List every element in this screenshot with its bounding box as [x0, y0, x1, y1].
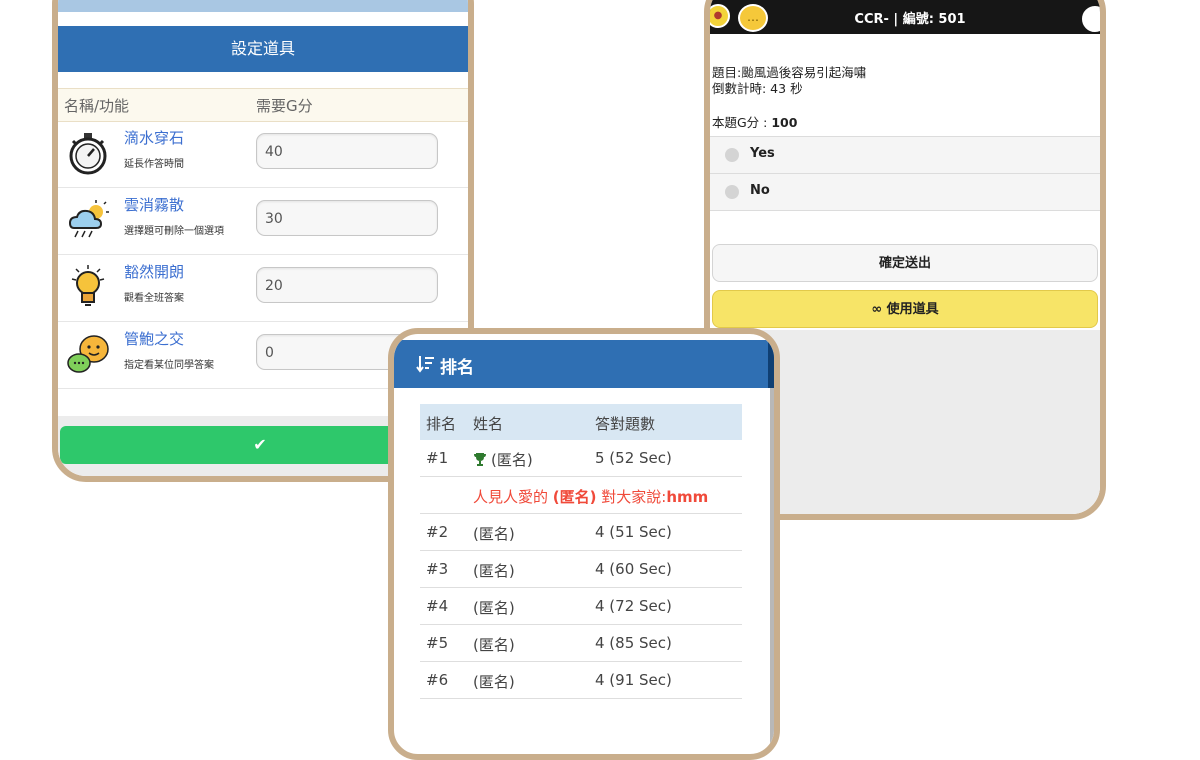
- score-cell: 4 (91 Sec): [595, 671, 672, 689]
- table-header-row: 排名 姓名 答對題數: [420, 404, 742, 440]
- rank-cell: #6: [426, 671, 449, 689]
- table-row: #1 (匿名) 5 (52 Sec): [420, 440, 742, 477]
- rank-cell: #5: [426, 634, 449, 652]
- tool-row-weather: 雲消霧散 選擇題可刪除一個選項 30: [58, 188, 468, 255]
- tool-row-stopwatch: 滴水穿石 延長作答時間 40: [58, 121, 468, 188]
- radio-icon[interactable]: [725, 148, 739, 162]
- message-prefix: 人見人愛的: [473, 488, 549, 506]
- top-strip: [58, 0, 468, 12]
- option-label: Yes: [750, 146, 775, 161]
- message-body: hmm: [666, 488, 709, 506]
- lightbulb-icon: [71, 265, 105, 306]
- name-cell: (匿名): [473, 673, 515, 691]
- points-line: 本題G分 : 100: [712, 112, 797, 131]
- tool-description: 延長作答時間: [124, 159, 184, 170]
- name-cell: (匿名): [473, 599, 515, 617]
- table-row: #5 (匿名) 4 (85 Sec): [420, 625, 742, 662]
- rank-cell: #1: [426, 449, 449, 467]
- tool-cost-input[interactable]: 40: [256, 133, 438, 169]
- option-no[interactable]: No: [710, 173, 1100, 211]
- radio-icon[interactable]: [725, 185, 739, 199]
- ranking-header: 排名: [394, 340, 774, 388]
- table-row: #2 (匿名) 4 (51 Sec): [420, 514, 742, 551]
- column-cost-label: 需要G分: [256, 97, 313, 115]
- name-cell: (匿名): [473, 562, 515, 580]
- tool-description: 選擇題可刪除一個選項: [124, 226, 224, 237]
- tools-icon: ∞: [871, 302, 887, 317]
- tool-cost-input[interactable]: 30: [256, 200, 438, 236]
- header-menu-icon[interactable]: [1080, 4, 1100, 34]
- score-cell: 4 (60 Sec): [595, 560, 672, 578]
- header-rank: 排名: [426, 415, 457, 433]
- chat-icon[interactable]: …: [738, 4, 768, 32]
- ranking-title: 排名: [440, 358, 474, 378]
- header-score: 答對題數: [595, 415, 656, 433]
- rank-cell: #2: [426, 523, 449, 541]
- ranking-phone-frame: 排名 排名 姓名 答對題數 #1 (匿名) 5 (52 Sec) 人見人愛的 (…: [388, 328, 780, 760]
- countdown-text: 倒數計時: 43 秒: [712, 81, 803, 96]
- table-row: #3 (匿名) 4 (60 Sec): [420, 551, 742, 588]
- tools-column-header: 名稱/功能 需要G分: [58, 88, 468, 122]
- weather-icon: [68, 200, 109, 238]
- question-header: ● … CCR- | 編號: 501: [710, 0, 1100, 34]
- tool-name: 雲消霧散: [124, 196, 185, 214]
- message-row: 人見人愛的 (匿名) 對大家說:hmm: [420, 477, 742, 514]
- points-value: 100: [771, 115, 798, 130]
- submit-button[interactable]: 確定送出: [712, 244, 1098, 282]
- header-title: CCR- | 編號: 501: [854, 12, 966, 27]
- tool-name: 滴水穿石: [124, 129, 185, 147]
- trophy-icon: [474, 453, 486, 466]
- emoji-icon[interactable]: ●: [710, 4, 730, 28]
- score-cell: 5 (52 Sec): [595, 449, 672, 467]
- message-name: (匿名): [552, 488, 597, 506]
- sort-icon: [416, 356, 434, 373]
- name-cell: (匿名): [473, 636, 515, 654]
- tool-description: 觀看全班答案: [124, 293, 184, 304]
- points-label: 本題G分 :: [712, 115, 768, 130]
- ranking-table: 排名 姓名 答對題數 #1 (匿名) 5 (52 Sec) 人見人愛的 (匿名)…: [420, 404, 742, 699]
- chat-bubbles-icon: [67, 335, 109, 373]
- tool-name: 豁然開朗: [124, 263, 185, 281]
- tool-name: 管鮑之交: [124, 330, 185, 348]
- ranking-body: 排名 姓名 答對題數 #1 (匿名) 5 (52 Sec) 人見人愛的 (匿名)…: [394, 388, 774, 754]
- tool-cost-input[interactable]: 20: [256, 267, 438, 303]
- message-text: 人見人愛的 (匿名) 對大家說:hmm: [473, 486, 708, 507]
- use-tools-label: 使用道具: [886, 302, 939, 317]
- table-row: #4 (匿名) 4 (72 Sec): [420, 588, 742, 625]
- table-row: #6 (匿名) 4 (91 Sec): [420, 662, 742, 699]
- name-cell: (匿名): [473, 525, 515, 543]
- stopwatch-icon: [69, 133, 107, 175]
- rank-cell: #3: [426, 560, 449, 578]
- header-name: 姓名: [473, 415, 504, 433]
- student-name: (匿名): [491, 451, 533, 469]
- column-name-label: 名稱/功能: [64, 97, 130, 115]
- score-cell: 4 (51 Sec): [595, 523, 672, 541]
- rank-cell: #4: [426, 597, 449, 615]
- use-tools-button[interactable]: ∞ 使用道具: [712, 290, 1098, 328]
- tools-title: 設定道具: [58, 26, 468, 72]
- option-yes[interactable]: Yes: [710, 136, 1100, 173]
- score-cell: 4 (72 Sec): [595, 597, 672, 615]
- option-label: No: [750, 183, 770, 198]
- score-cell: 4 (85 Sec): [595, 634, 672, 652]
- message-middle: 對大家說:: [601, 488, 667, 506]
- name-cell: (匿名): [473, 449, 533, 470]
- tool-row-lightbulb: 豁然開朗 觀看全班答案 20: [58, 255, 468, 322]
- tool-description: 指定看某位同學答案: [124, 360, 214, 371]
